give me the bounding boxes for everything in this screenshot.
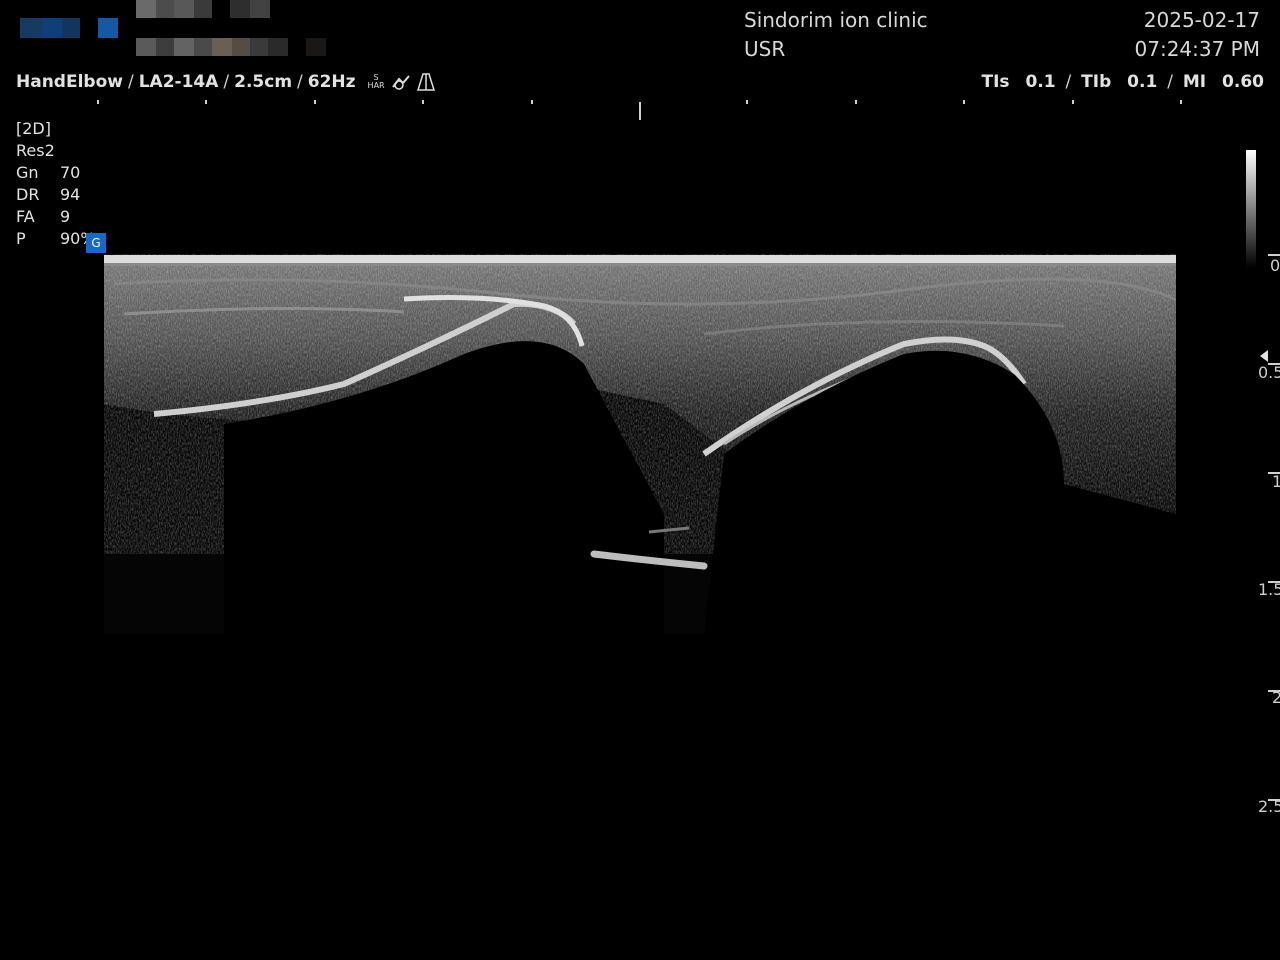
exam-date: 2025-02-17 xyxy=(1143,8,1260,32)
param-row-gain: Gn 70 xyxy=(16,163,81,182)
separator: / xyxy=(127,72,134,92)
depth-value: 2.5cm xyxy=(234,72,293,92)
user-name: USR xyxy=(744,37,786,61)
safety-indices: TIs 0.1 / TIb 0.1 / MI 0.60 xyxy=(981,72,1264,92)
probe-info: HandElbow / LA2-14A / 2.5cm / 62Hz S HAR xyxy=(16,72,435,92)
depth-label-2: 2 xyxy=(1272,688,1280,707)
transducer-name: LA2-14A xyxy=(138,72,219,92)
imaging-parameters: [2D] Res2 Gn 70 DR 94 FA 9 P 90% xyxy=(16,118,96,250)
depth-label-0-5: 0.5 xyxy=(1258,363,1280,382)
mi-value: 0.60 xyxy=(1222,72,1264,92)
depth-ruler: 0 0.5 1 1.5 2 2.5 xyxy=(1240,250,1280,820)
depth-ruler-ticks xyxy=(1260,254,1280,801)
datetime: 2025-02-17 07:24:37 PM xyxy=(1135,6,1261,64)
frame-rate: 62Hz xyxy=(307,72,356,92)
beam-steer-icon xyxy=(416,73,435,91)
separator: / xyxy=(1065,72,1072,92)
resolution-label: Res2 xyxy=(16,141,55,160)
mi-label: MI xyxy=(1182,72,1207,92)
tib-value: 0.1 xyxy=(1127,72,1158,92)
depth-label-1: 1 xyxy=(1272,472,1280,491)
param-row-frame-average: FA 9 xyxy=(16,207,71,226)
depth-label-1-5: 1.5 xyxy=(1258,580,1280,599)
clinic-name: Sindorim ion clinic xyxy=(744,8,928,32)
exam-time: 07:24:37 PM xyxy=(1134,37,1261,61)
tis-value: 0.1 xyxy=(1025,72,1056,92)
depth-label-2-5: 2.5 xyxy=(1258,797,1280,816)
param-row-power: P 90% xyxy=(16,229,96,248)
clinic-info: Sindorim ion clinic USR xyxy=(744,6,928,64)
ultrasound-image[interactable] xyxy=(104,254,1176,634)
anonymized-patient-info xyxy=(0,0,350,60)
tis-label: TIs xyxy=(981,72,1010,92)
preset-name: HandElbow xyxy=(16,72,123,92)
separator: / xyxy=(223,72,230,92)
mode-label: [2D] xyxy=(16,119,51,138)
needle-enhance-icon xyxy=(391,75,410,90)
depth-label-0: 0 xyxy=(1270,256,1280,275)
separator: / xyxy=(1167,72,1173,92)
lateral-ruler xyxy=(97,100,1182,120)
separator: / xyxy=(297,72,303,92)
gain-marker-icon: G xyxy=(86,233,106,253)
focus-position-icon xyxy=(1260,350,1268,362)
s-har-icon: S HAR xyxy=(367,73,385,90)
tib-label: TIb xyxy=(1081,72,1112,92)
param-row-dynamic-range: DR 94 xyxy=(16,185,81,204)
